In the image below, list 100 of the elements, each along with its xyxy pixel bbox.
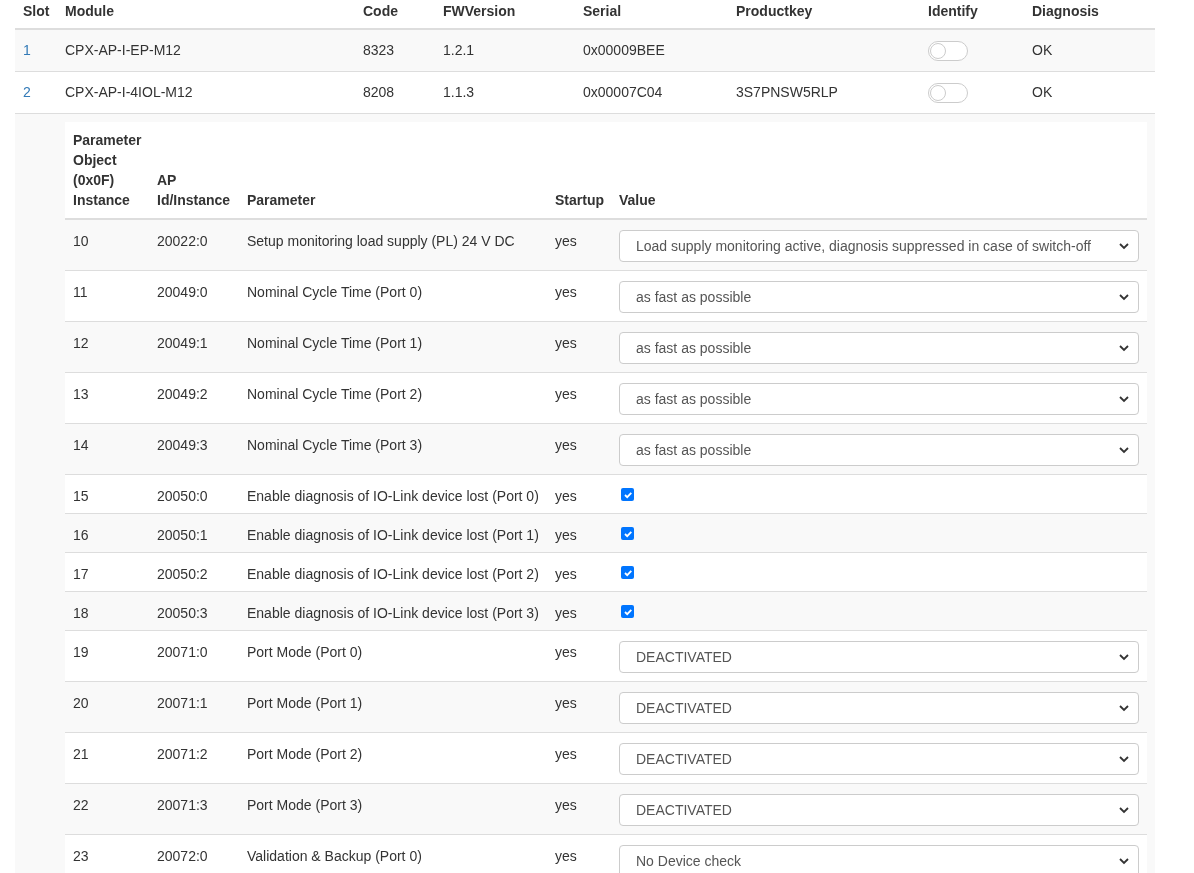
parameter-name: Port Mode (Port 1) [247,695,363,711]
chevron-down-icon [1118,344,1130,352]
ap-id-cell: 20072:0 [157,848,208,864]
ap-id-cell: 20071:3 [157,797,208,813]
startup-cell: yes [555,335,577,351]
chevron-down-icon [1118,242,1130,250]
code-cell: 8208 [363,84,395,100]
instance-cell: 17 [73,566,89,582]
checkbox[interactable] [621,527,634,540]
ap-id-cell: 20022:0 [157,233,208,249]
serial-cell: 0x00007C04 [583,84,663,100]
code-cell: 8323 [363,42,395,58]
parameter-name: Enable diagnosis of IO-Link device lost (Port 1) [247,527,539,543]
column-header: Value [619,192,656,208]
value-dropdown[interactable]: as fast as possible [619,383,1139,415]
toggle-switch[interactable] [928,82,968,103]
fw-version-cell: 1.2.1 [443,42,475,58]
startup-cell: yes [555,848,577,864]
slot-link[interactable]: 2 [23,84,31,100]
instance-cell: 13 [73,386,89,402]
instance-cell: 10 [73,233,89,249]
column-header: Parameter Object (0x0F) Instance [73,132,142,208]
parameter-name: Setup monitoring load supply (PL) 24 V DC [247,233,515,249]
instance-cell: 19 [73,644,89,660]
ap-id-cell: 20050:2 [157,566,208,582]
startup-cell: yes [555,233,577,249]
parameter-name: Nominal Cycle Time (Port 1) [247,335,423,351]
column-header: Module [65,2,114,19]
ap-id-cell: 20071:1 [157,695,208,711]
value-dropdown[interactable]: DEACTIVATED [619,794,1139,826]
column-header: Code [363,2,398,19]
serial-cell: 0x00009BEE [583,42,665,58]
chevron-down-icon [1118,293,1130,301]
parameter-name: Enable diagnosis of IO-Link device lost (Port 2) [247,566,539,582]
startup-cell: yes [555,797,577,813]
startup-cell: yes [555,605,577,621]
fw-version-cell: 1.1.3 [443,84,475,100]
instance-cell: 18 [73,605,89,621]
module-name: CPX-AP-I-EP-M12 [65,42,181,58]
instance-cell: 15 [73,488,89,504]
instance-cell: 11 [73,284,88,300]
diagnosis-cell: OK [1032,42,1053,58]
value-dropdown[interactable]: DEACTIVATED [619,692,1139,724]
checkbox[interactable] [621,605,634,618]
startup-cell: yes [555,284,577,300]
column-header: AP Id/Instance [157,172,231,208]
productkey-cell: 3S7PNSW5RLP [736,84,838,100]
column-header: Diagnosis [1032,2,1099,19]
ap-id-cell: 20071:2 [157,746,208,762]
instance-cell: 22 [73,797,89,813]
startup-cell: yes [555,695,577,711]
column-header: Startup [555,192,604,208]
instance-cell: 16 [73,527,89,543]
parameter-name: Nominal Cycle Time (Port 3) [247,437,423,453]
parameter-name: Enable diagnosis of IO-Link device lost (Port 3) [247,605,539,621]
parameter-name: Validation & Backup (Port 0) [247,848,422,864]
value-dropdown[interactable]: DEACTIVATED [619,641,1139,673]
diagnosis-cell: OK [1032,84,1053,100]
parameter-name: Port Mode (Port 0) [247,644,363,660]
column-header: Identify [928,2,978,19]
checkbox[interactable] [621,566,634,579]
value-dropdown[interactable]: as fast as possible [619,434,1139,466]
startup-cell: yes [555,644,577,660]
column-header: Serial [583,2,622,19]
ap-id-cell: 20050:1 [157,527,208,543]
chevron-down-icon [1118,653,1130,661]
value-dropdown[interactable]: as fast as possible [619,332,1139,364]
chevron-down-icon [1118,806,1130,814]
ap-id-cell: 20049:1 [157,335,208,351]
ap-id-cell: 20049:3 [157,437,208,453]
startup-cell: yes [555,527,577,543]
parameter-name: Nominal Cycle Time (Port 0) [247,284,423,300]
startup-cell: yes [555,566,577,582]
column-header: Slot [23,2,50,19]
startup-cell: yes [555,488,577,504]
chevron-down-icon [1118,446,1130,454]
module-name: CPX-AP-I-4IOL-M12 [65,84,193,100]
instance-cell: 20 [73,695,89,711]
toggle-switch[interactable] [928,40,968,61]
ap-id-cell: 20071:0 [157,644,208,660]
chevron-down-icon [1118,857,1130,865]
instance-cell: 12 [73,335,89,351]
column-header: Parameter [247,192,316,208]
ap-id-cell: 20049:2 [157,386,208,402]
startup-cell: yes [555,386,577,402]
chevron-down-icon [1118,395,1130,403]
value-dropdown[interactable]: No Device check [619,845,1139,873]
instance-cell: 14 [73,437,89,453]
slot-link[interactable]: 1 [23,42,31,58]
ap-id-cell: 20050:3 [157,605,208,621]
value-dropdown[interactable]: as fast as possible [619,281,1139,313]
chevron-down-icon [1118,704,1130,712]
instance-cell: 23 [73,848,89,864]
value-dropdown[interactable]: Load supply monitoring active, diagnosis suppressed in case of switch-off [619,230,1139,262]
parameter-name: Port Mode (Port 3) [247,797,363,813]
parameter-name: Port Mode (Port 2) [247,746,363,762]
checkbox[interactable] [621,488,634,501]
column-header: FWVersion [443,2,516,19]
ap-id-cell: 20050:0 [157,488,208,504]
value-dropdown[interactable]: DEACTIVATED [619,743,1139,775]
